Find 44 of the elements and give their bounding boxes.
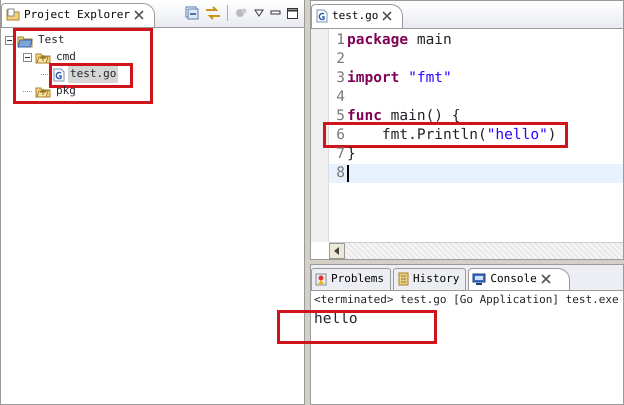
text-cursor xyxy=(347,165,348,182)
folder-icon xyxy=(35,51,51,64)
line-number: 1 xyxy=(335,31,345,50)
line-number: 3 xyxy=(335,69,345,88)
folder-icon xyxy=(35,85,51,98)
close-icon[interactable] xyxy=(540,274,551,284)
problems-icon xyxy=(315,272,327,286)
go-file-icon xyxy=(53,68,65,82)
folder-icon xyxy=(17,34,33,48)
console-icon xyxy=(472,272,486,286)
line-number: 7 xyxy=(335,145,345,164)
left-arrow-icon xyxy=(334,247,340,255)
collapse-icon[interactable] xyxy=(23,53,32,62)
panel-tab[interactable]: Console xyxy=(468,268,570,290)
line-number: 2 xyxy=(335,50,345,69)
view-menu-icon[interactable] xyxy=(254,9,264,17)
line-number: 5 xyxy=(335,107,345,126)
editor-tab[interactable]: test.go xyxy=(311,4,404,28)
collapse-all-icon[interactable] xyxy=(185,6,199,20)
panel-tab[interactable]: Problems xyxy=(311,268,391,290)
code-line: func main() { xyxy=(347,107,460,126)
tree-item[interactable]: Test xyxy=(36,32,66,49)
code-line: package main xyxy=(347,31,452,50)
folder-icon xyxy=(6,8,20,22)
line-number: 6 xyxy=(335,126,345,145)
close-icon[interactable] xyxy=(382,10,392,21)
collapse-icon[interactable] xyxy=(5,36,14,45)
line-number: 4 xyxy=(335,88,345,107)
scroll-left-button[interactable] xyxy=(329,243,345,259)
tree-item[interactable]: test.go xyxy=(68,66,118,83)
close-icon[interactable] xyxy=(134,10,144,20)
go-file-icon xyxy=(316,8,328,23)
explorer-tab[interactable]: Project Explorer xyxy=(1,2,155,27)
link-arrows-icon[interactable] xyxy=(205,6,221,20)
tree-item[interactable]: cmd xyxy=(54,49,78,66)
code-line: } xyxy=(347,145,356,164)
tree-item[interactable]: pkg xyxy=(54,83,78,100)
history-icon xyxy=(396,272,409,286)
console-status: <terminated> test.go [Go Application] test.exe xyxy=(313,292,620,308)
maximize-icon[interactable] xyxy=(287,8,298,18)
code-line: import "fmt" xyxy=(347,69,452,88)
code-line: fmt.Println("hello") xyxy=(380,126,557,145)
line-number: 8 xyxy=(335,164,345,183)
panel-tab[interactable]: History xyxy=(392,268,466,290)
